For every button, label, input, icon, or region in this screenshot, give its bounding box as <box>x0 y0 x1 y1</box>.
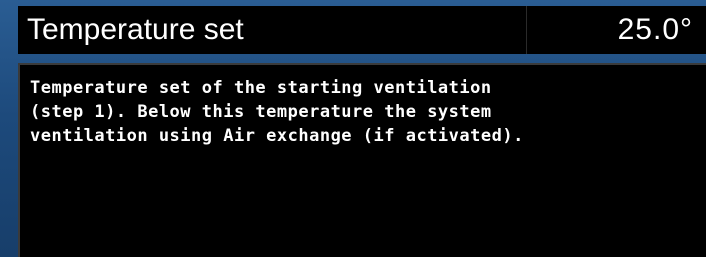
description-text: Temperature set of the starting ventilat… <box>30 78 524 146</box>
setting-value: 25.0° <box>617 13 693 46</box>
description-panel: Temperature set of the starting ventilat… <box>18 63 706 257</box>
settings-screen: Temperature set 25.0° Temperature set of… <box>0 0 706 257</box>
setting-header[interactable]: Temperature set 25.0° <box>18 6 706 54</box>
setting-value-cell[interactable]: 25.0° <box>526 6 706 54</box>
setting-title: Temperature set <box>27 13 244 46</box>
